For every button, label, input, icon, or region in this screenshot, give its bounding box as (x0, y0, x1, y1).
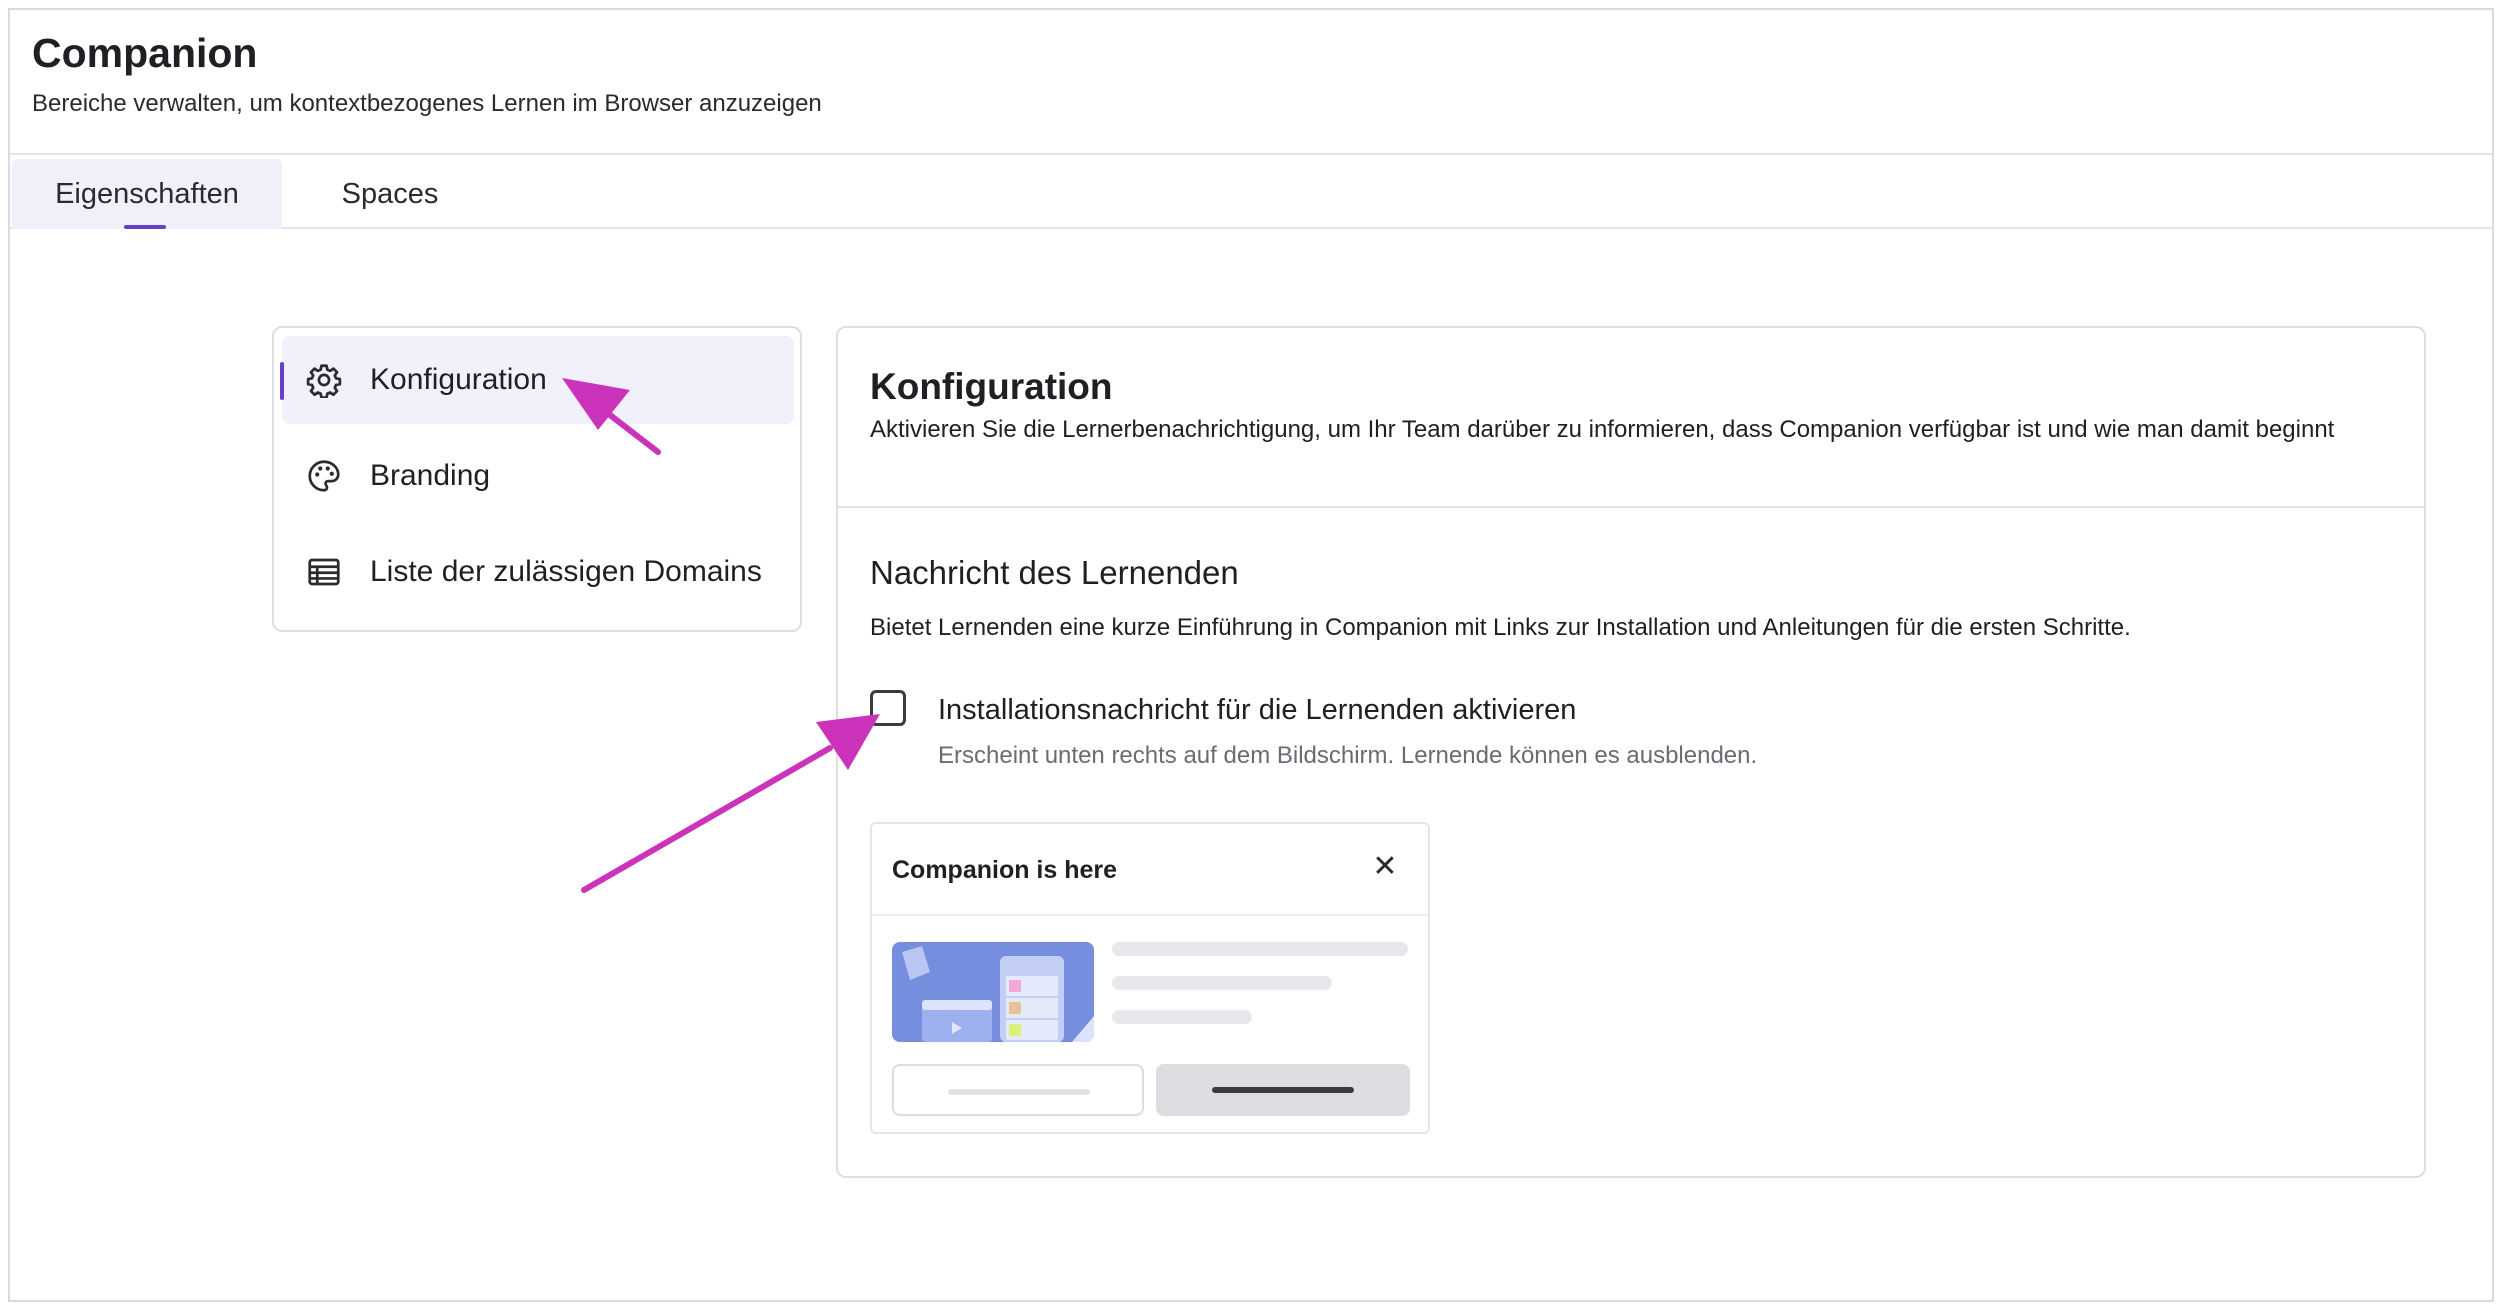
sidebar-item-domains[interactable]: Liste der zulässigen Domains (282, 528, 794, 616)
checkbox-label[interactable]: Installationsnachricht für die Lernenden… (938, 694, 1576, 727)
panel-title: Konfiguration (870, 366, 1113, 407)
tab-spaces[interactable]: Spaces (310, 159, 470, 229)
enable-install-message-checkbox[interactable] (870, 690, 906, 726)
panel-description: Aktivieren Sie die Lernerbenachrichtigun… (870, 416, 2335, 443)
sidebar-item-label: Branding (370, 459, 491, 492)
preview-header: Companion is here ✕ (872, 824, 1428, 916)
sidebar-item-konfiguration[interactable]: Konfiguration (280, 336, 794, 424)
gear-icon (306, 364, 342, 398)
skeleton-line (1112, 976, 1332, 990)
tab-spaces-label: Spaces (341, 177, 439, 210)
page-title: Companion (32, 30, 258, 76)
tab-eigenschaften[interactable]: Eigenschaften (12, 159, 282, 229)
app-frame: Companion Bereiche verwalten, um kontext… (8, 8, 2494, 1302)
active-tab-indicator (124, 225, 166, 229)
section-title: Nachricht des Lernenden (870, 554, 1239, 591)
preview-primary-button (1156, 1064, 1410, 1116)
preview-illustration (892, 942, 1094, 1042)
panel-header: Konfiguration Aktivieren Sie die Lernerb… (838, 328, 2424, 508)
sidebar-item-label: Konfiguration (370, 363, 547, 396)
settings-sidebar: Konfiguration Branding Liste der zulässi… (272, 326, 802, 632)
page-subtitle: Bereiche verwalten, um kontextbezogenes … (32, 90, 822, 117)
close-icon: ✕ (1372, 850, 1398, 883)
checkbox-help-text: Erscheint unten rechts auf dem Bildschir… (938, 742, 1758, 769)
skeleton-line (1112, 1010, 1252, 1024)
tab-bar: Eigenschaften Spaces (10, 155, 2492, 229)
configuration-panel: Konfiguration Aktivieren Sie die Lernerb… (836, 326, 2426, 1178)
preview-secondary-button (892, 1064, 1144, 1116)
page-header: Companion Bereiche verwalten, um kontext… (10, 10, 2492, 155)
section-description: Bietet Lernenden eine kurze Einführung i… (870, 614, 2131, 641)
tab-eigenschaften-label: Eigenschaften (55, 177, 239, 210)
preview-title: Companion is here (892, 856, 1118, 884)
sidebar-item-label: Liste der zulässigen Domains (370, 555, 762, 588)
palette-icon (308, 460, 340, 492)
skeleton-line (1112, 942, 1408, 956)
notification-preview: Companion is here ✕ (870, 822, 1430, 1134)
sidebar-item-branding[interactable]: Branding (282, 432, 794, 520)
table-list-icon (308, 558, 340, 586)
